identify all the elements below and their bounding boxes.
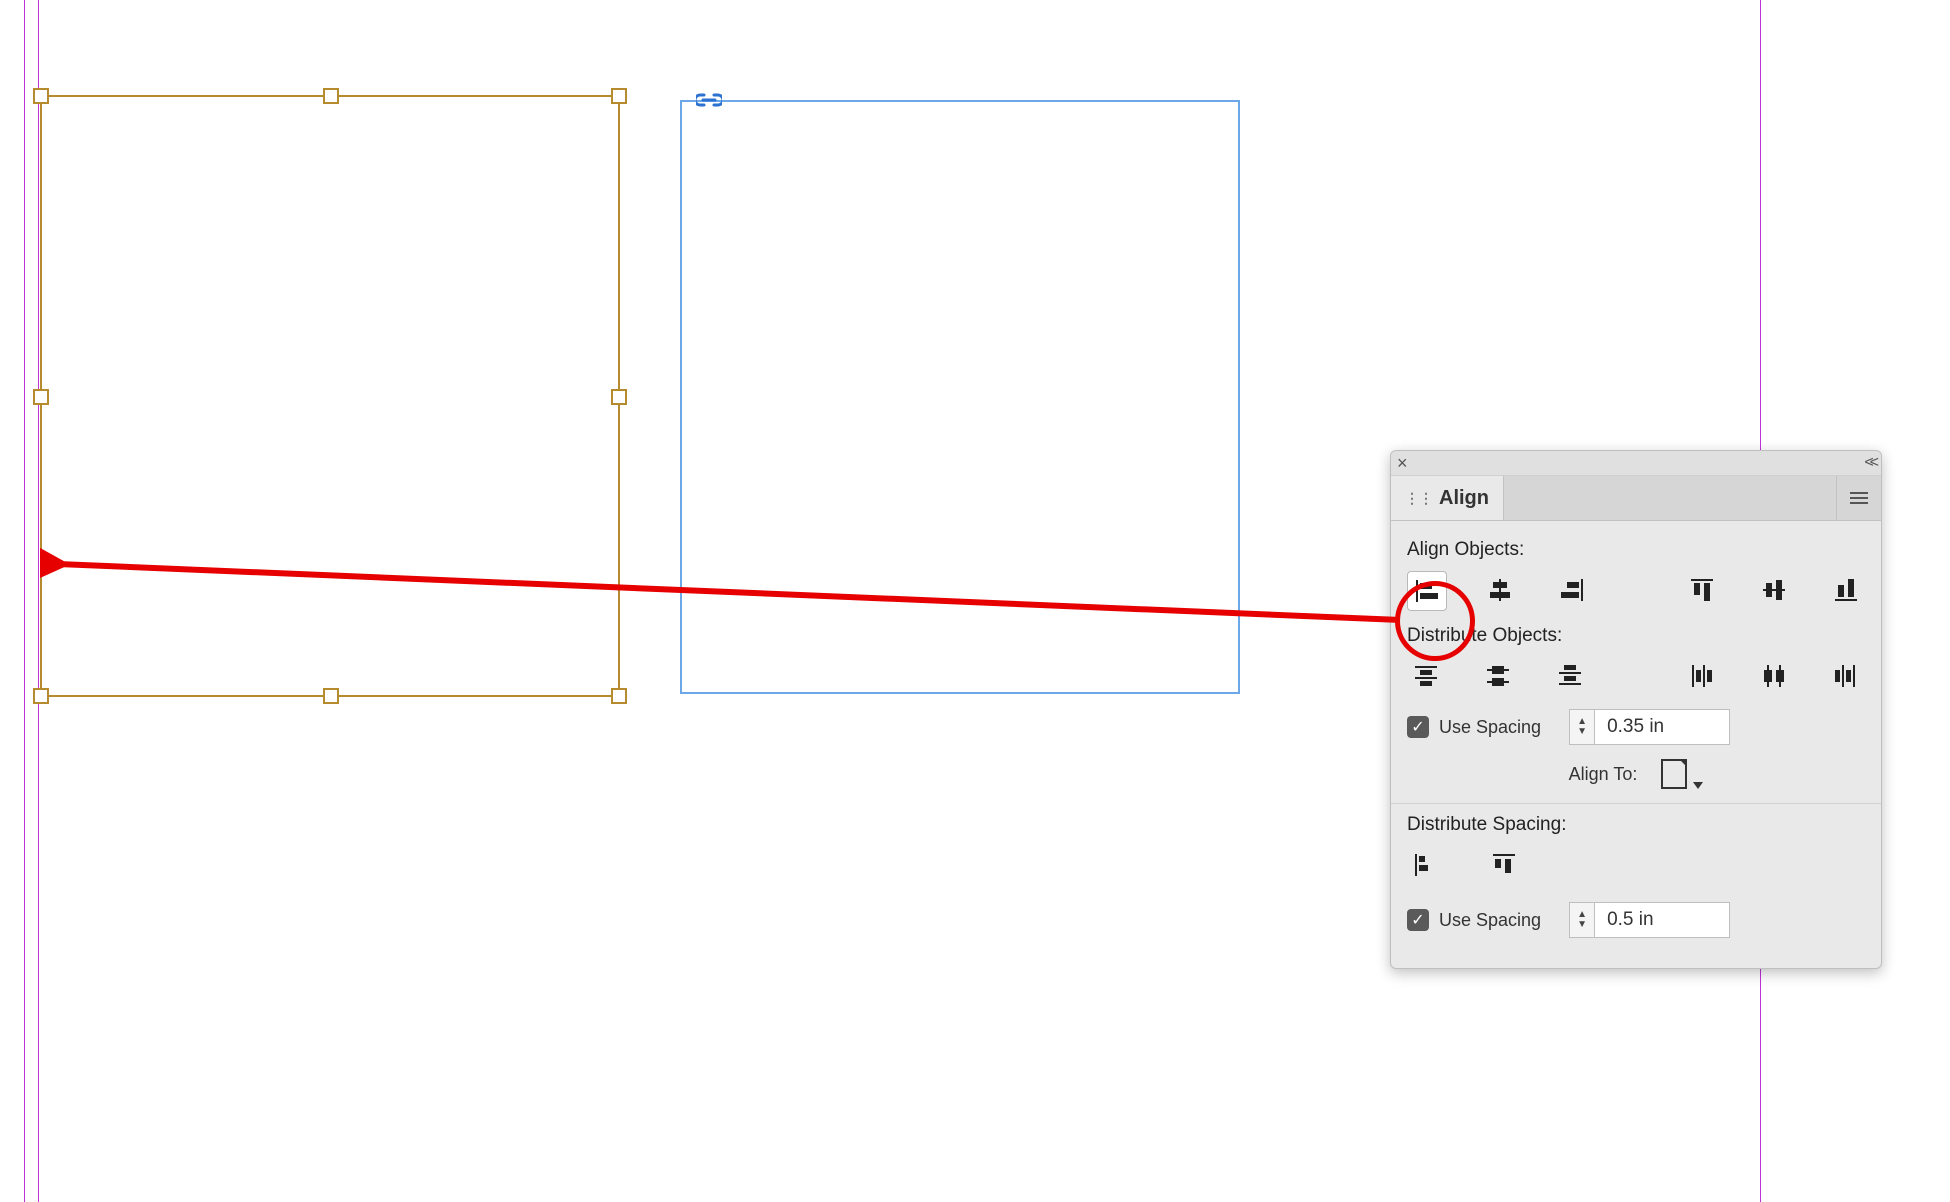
distribute-spacing2-input[interactable]: ▲▼ 0.5 in (1569, 902, 1730, 938)
hamburger-icon (1850, 497, 1868, 499)
collapse-panel-icon[interactable]: << (1864, 454, 1875, 472)
handle-mid-right[interactable] (611, 389, 627, 405)
align-to-row: Align To: (1407, 759, 1865, 789)
align-to-page-icon (1661, 759, 1687, 789)
dist-top-icon (1413, 663, 1439, 689)
use-spacing-checkbox-1[interactable]: ✓ (1407, 716, 1429, 738)
panel-tabrow: ⋮⋮ Align (1391, 476, 1881, 521)
distribute-spacing-input[interactable]: ▲▼ 0.35 in (1569, 709, 1730, 745)
align-to-dropdown[interactable] (1661, 759, 1703, 789)
dist-hcenter-icon (1761, 663, 1787, 689)
tab-label: Align (1439, 487, 1489, 510)
dist-vspace-icon (1412, 851, 1440, 879)
distribute-vertical-centers-button[interactable] (1479, 657, 1517, 695)
margin-guide-left-outer (24, 0, 25, 1202)
close-icon[interactable]: × (1397, 454, 1408, 472)
handle-mid-left[interactable] (33, 389, 49, 405)
align-hcenter-icon (1487, 577, 1513, 603)
dist-left-icon (1689, 663, 1715, 689)
use-spacing-label-1: Use Spacing (1439, 717, 1541, 738)
spinner-icon-2[interactable]: ▲▼ (1570, 903, 1595, 937)
handle-top-mid[interactable] (323, 88, 339, 104)
align-top-icon (1689, 577, 1715, 603)
use-spacing-checkbox-2[interactable]: ✓ (1407, 909, 1429, 931)
use-spacing-row-1: ✓ Use Spacing ▲▼ 0.35 in (1407, 709, 1865, 745)
distribute-objects-label: Distribute Objects: (1407, 625, 1865, 647)
distribute-objects-row (1407, 657, 1865, 695)
align-bottom-edges-button[interactable] (1827, 571, 1865, 609)
distribute-spacing-value[interactable]: 0.35 in (1595, 710, 1729, 744)
annotation-arrow (40, 530, 1410, 650)
handle-bottom-mid[interactable] (323, 688, 339, 704)
panel-titlebar[interactable]: × << (1391, 451, 1881, 476)
tab-grip-icon: ⋮⋮ (1405, 490, 1433, 507)
distribute-left-edges-button[interactable] (1683, 657, 1721, 695)
align-objects-row (1407, 571, 1865, 611)
align-to-label: Align To: (1569, 764, 1638, 785)
panel-menu-button[interactable] (1836, 476, 1881, 520)
dist-right-icon (1833, 663, 1859, 689)
handle-top-right[interactable] (611, 88, 627, 104)
spinner-icon[interactable]: ▲▼ (1570, 710, 1595, 744)
distribute-spacing-label: Distribute Spacing: (1407, 814, 1865, 836)
distribute-spacing-row (1407, 846, 1865, 884)
dist-bottom-icon (1557, 663, 1583, 689)
align-vcenter-icon (1761, 577, 1787, 603)
section-divider (1391, 803, 1881, 804)
handle-top-left[interactable] (33, 88, 49, 104)
distribute-horizontal-centers-button[interactable] (1755, 657, 1793, 695)
align-panel: × << ⋮⋮ Align Align Objects: (1390, 450, 1882, 969)
align-top-edges-button[interactable] (1683, 571, 1721, 609)
align-right-icon (1559, 577, 1585, 603)
dist-vcenter-icon (1485, 663, 1511, 689)
align-vertical-centers-button[interactable] (1755, 571, 1793, 609)
use-spacing-row-2: ✓ Use Spacing ▲▼ 0.5 in (1407, 902, 1865, 938)
thread-link-icon[interactable] (696, 90, 722, 116)
dist-hspace-icon (1490, 851, 1518, 879)
align-right-edges-button[interactable] (1553, 571, 1591, 609)
distribute-vertical-space-button[interactable] (1407, 846, 1445, 884)
use-spacing-label-2: Use Spacing (1439, 910, 1541, 931)
dropdown-arrow-icon (1693, 782, 1703, 789)
distribute-horizontal-space-button[interactable] (1485, 846, 1523, 884)
distribute-bottom-edges-button[interactable] (1551, 657, 1589, 695)
align-bottom-icon (1833, 577, 1859, 603)
align-horizontal-centers-button[interactable] (1481, 571, 1519, 609)
distribute-right-edges-button[interactable] (1827, 657, 1865, 695)
panel-body: Align Objects: (1391, 521, 1881, 968)
align-objects-label: Align Objects: (1407, 539, 1865, 561)
handle-bottom-left[interactable] (33, 688, 49, 704)
distribute-top-edges-button[interactable] (1407, 657, 1445, 695)
margin-guide-left-inner (38, 0, 39, 1202)
tab-align[interactable]: ⋮⋮ Align (1391, 476, 1504, 520)
distribute-spacing2-value[interactable]: 0.5 in (1595, 903, 1729, 937)
handle-bottom-right[interactable] (611, 688, 627, 704)
